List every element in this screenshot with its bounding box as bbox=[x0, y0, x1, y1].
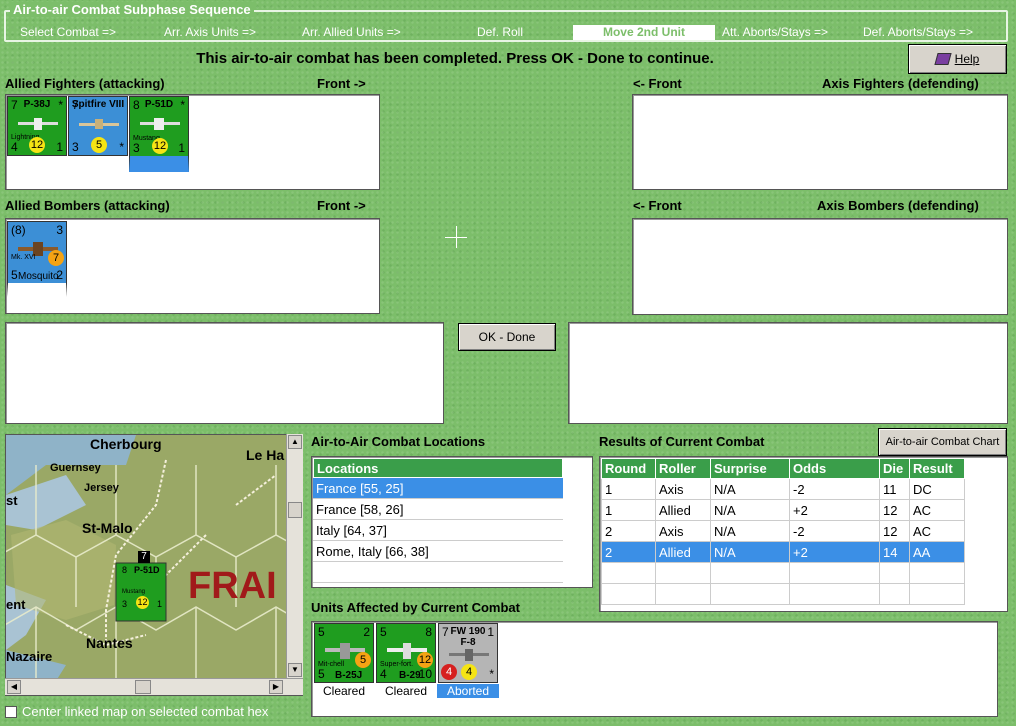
col-result: Result bbox=[909, 458, 965, 479]
axis-fighters-label: Axis Fighters (defending) bbox=[822, 76, 979, 91]
phase-step-arr-allied: Arr. Allied Units => bbox=[302, 25, 401, 39]
mini-map[interactable]: Cherbourg Guernsey Jersey St-Malo Le Ha … bbox=[5, 434, 303, 696]
col-odds: Odds bbox=[789, 458, 880, 479]
location-item[interactable]: Rome, Italy [66, 38] bbox=[313, 541, 563, 562]
map-place-jersey: Jersey bbox=[84, 482, 119, 494]
allied-fighters-front: Front -> bbox=[317, 76, 366, 91]
location-item[interactable]: France [55, 25] bbox=[313, 478, 563, 499]
center-map-checkbox[interactable] bbox=[5, 705, 17, 718]
center-map-checkbox-row[interactable]: Center linked map on selected combat hex bbox=[5, 704, 268, 719]
results-header-row: Round Roller Surprise Odds Die Result bbox=[601, 458, 965, 479]
map-place-brest: st bbox=[6, 493, 18, 508]
col-roller: Roller bbox=[655, 458, 711, 479]
unit-counter-spitfire[interactable]: 7 Spitfire VIII 3 5 * bbox=[68, 96, 128, 156]
allied-bombers-label: Allied Bombers (attacking) bbox=[5, 198, 170, 213]
phase-step-def-aborts: Def. Aborts/Stays => bbox=[863, 25, 974, 39]
table-row-empty bbox=[601, 583, 965, 605]
table-row[interactable]: 1 Allied N/A +2 12 AC bbox=[601, 499, 965, 521]
scroll-thumb-h[interactable] bbox=[135, 680, 151, 694]
map-place-le-havre: Le Ha bbox=[246, 447, 285, 463]
unit-counter-p38j[interactable]: 7 P-38J * Lightning 4 12 1 bbox=[7, 96, 67, 156]
location-item-empty bbox=[313, 562, 563, 583]
table-row[interactable]: 1 Axis N/A -2 11 DC bbox=[601, 478, 965, 500]
status-message: This air-to-air combat has been complete… bbox=[196, 50, 714, 67]
axis-bombers-front: <- Front bbox=[633, 198, 682, 213]
map-place-st-malo: St-Malo bbox=[82, 520, 133, 536]
center-map-label: Center linked map on selected combat hex bbox=[22, 704, 269, 719]
aircraft-icon bbox=[79, 119, 119, 129]
unit-counter-b25j[interactable]: 5 2 Mit-chell 5 B-25J 5 bbox=[314, 623, 374, 683]
map-place-nantes: Nantes bbox=[86, 635, 133, 651]
crosshair-v bbox=[456, 226, 457, 248]
help-button[interactable]: Help bbox=[908, 44, 1007, 74]
table-row-empty bbox=[601, 562, 965, 584]
phase-sequence-title: Air-to-air Combat Subphase Sequence bbox=[10, 2, 254, 17]
map-unit-counter[interactable]: 8 P-51D Mustang 3 12 1 bbox=[120, 565, 164, 609]
col-die: Die bbox=[879, 458, 910, 479]
attacker-info-panel bbox=[5, 322, 444, 424]
unit-status-label: Cleared bbox=[384, 684, 428, 698]
map-horizontal-scrollbar[interactable]: ◀ ▶ bbox=[5, 678, 303, 695]
allied-fighters-label: Allied Fighters (attacking) bbox=[5, 76, 165, 91]
phase-step-arr-axis: Arr. Axis Units => bbox=[164, 25, 257, 39]
map-place-france: FRAI bbox=[188, 565, 277, 607]
allied-bombers-front: Front -> bbox=[317, 198, 366, 213]
phase-step-select-combat: Select Combat => bbox=[20, 25, 117, 39]
scroll-right-icon[interactable]: ▶ bbox=[269, 680, 283, 694]
stack-count-badge: 7 bbox=[138, 551, 150, 563]
phase-step-current: Move 2nd Unit bbox=[573, 25, 715, 40]
unit-counter-mosquito[interactable]: (8) 3 Mk. XVI 5 Mosquito 7 2 bbox=[7, 221, 67, 297]
aircraft-icon bbox=[449, 649, 489, 661]
aircraft-icon bbox=[18, 118, 58, 130]
map-place-ent: ent bbox=[6, 597, 26, 612]
locations-header: Locations bbox=[313, 458, 563, 478]
scroll-thumb-v[interactable] bbox=[288, 502, 302, 518]
unit-status-label: Cleared bbox=[322, 684, 366, 698]
unit-status-label: Aborted bbox=[437, 684, 499, 698]
results-title: Results of Current Combat bbox=[599, 434, 765, 449]
map-vertical-scrollbar[interactable]: ▲ ▼ bbox=[286, 434, 303, 678]
map-place-cherbourg: Cherbourg bbox=[90, 436, 162, 452]
locations-list[interactable]: Locations France [55, 25] France [58, 26… bbox=[313, 458, 563, 583]
affected-title: Units Affected by Current Combat bbox=[311, 600, 520, 615]
location-item[interactable]: France [58, 26] bbox=[313, 499, 563, 520]
map-place-guernsey: Guernsey bbox=[50, 462, 101, 474]
aircraft-icon bbox=[140, 118, 180, 130]
combat-chart-button[interactable]: Air-to-air Combat Chart bbox=[878, 428, 1007, 456]
phase-step-att-aborts: Att. Aborts/Stays => bbox=[722, 25, 829, 39]
phase-step-def-roll: Def. Roll bbox=[477, 25, 524, 39]
location-item[interactable]: Italy [64, 37] bbox=[313, 520, 563, 541]
results-table: Round Roller Surprise Odds Die Result 1A… bbox=[601, 458, 965, 605]
table-row[interactable]: 2 Axis N/A -2 12 AC bbox=[601, 520, 965, 542]
col-round: Round bbox=[601, 458, 656, 479]
ok-done-button[interactable]: OK - Done bbox=[458, 323, 556, 351]
table-row[interactable]: 2 Allied N/A +2 14 AA bbox=[601, 541, 965, 563]
axis-fighters-box[interactable] bbox=[632, 94, 1008, 190]
scroll-left-icon[interactable]: ◀ bbox=[7, 680, 21, 694]
unit-counter-p51d[interactable]: 8 P-51D * Mustang 3 12 1 bbox=[129, 96, 189, 172]
unit-counter-b29[interactable]: 5 8 Super-fort. 4 B-29 12 10 bbox=[376, 623, 436, 683]
axis-bombers-box[interactable] bbox=[632, 218, 1008, 315]
axis-fighters-front: <- Front bbox=[633, 76, 682, 91]
map-place-nazaire: Nazaire bbox=[6, 649, 53, 664]
unit-counter-fw190[interactable]: 7 FW 190 F-8 1 4 4 * bbox=[438, 623, 498, 683]
scroll-up-icon[interactable]: ▲ bbox=[288, 435, 302, 449]
axis-bombers-label: Axis Bombers (defending) bbox=[817, 198, 979, 213]
help-book-icon bbox=[934, 53, 952, 65]
scroll-down-icon[interactable]: ▼ bbox=[288, 663, 302, 677]
col-surprise: Surprise bbox=[710, 458, 790, 479]
defender-info-panel bbox=[568, 322, 1008, 424]
locations-title: Air-to-Air Combat Locations bbox=[311, 434, 486, 449]
